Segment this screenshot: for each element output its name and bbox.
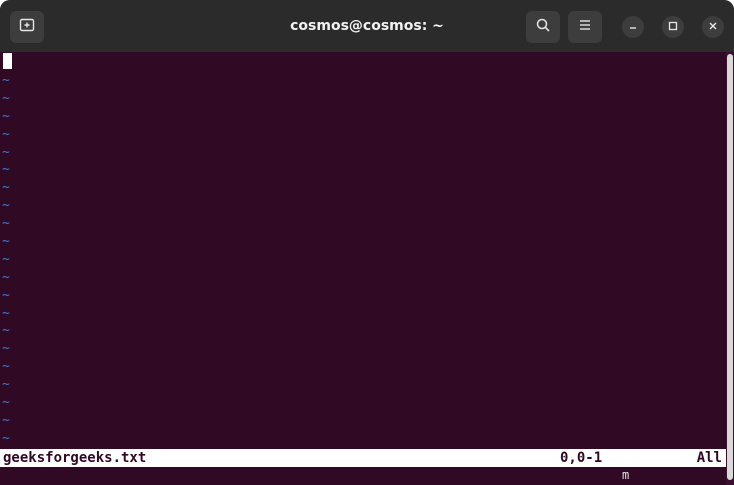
tilde-marker: ~	[2, 108, 10, 124]
tilde-marker: ~	[2, 90, 10, 106]
menu-button[interactable]	[568, 11, 602, 43]
close-button[interactable]	[702, 16, 724, 38]
tilde-marker: ~	[2, 377, 10, 393]
new-tab-icon	[19, 17, 35, 38]
tilde-marker: ~	[2, 251, 10, 267]
status-cursor-position: 0,0-1	[560, 450, 603, 466]
tilde-marker: ~	[2, 216, 10, 232]
vim-status-line: geeksforgeeks.txt 0,0-1 All	[0, 449, 726, 467]
tilde-marker: ~	[2, 430, 10, 446]
tilde-marker: ~	[2, 341, 10, 357]
maximize-button[interactable]	[662, 16, 684, 38]
terminal-area[interactable]: ~ ~ ~ ~ ~ ~ ~ ~ ~ ~ ~ ~ ~ ~ ~ ~ ~ ~ ~ ~ …	[0, 52, 726, 485]
hamburger-menu-icon	[578, 18, 592, 37]
text-cursor	[3, 53, 12, 69]
tilde-marker: ~	[2, 180, 10, 196]
tilde-marker: ~	[2, 287, 10, 303]
title-bar[interactable]: cosmos@cosmos: ~	[0, 0, 734, 52]
empty-line-markers: ~ ~ ~ ~ ~ ~ ~ ~ ~ ~ ~ ~ ~ ~ ~ ~ ~ ~ ~ ~ …	[2, 72, 10, 448]
terminal-window: cosmos@cosmos: ~ ~ ~ ~ ~ ~ ~ ~ ~ ~ ~ ~ ~…	[0, 0, 734, 485]
tilde-marker: ~	[2, 412, 10, 428]
status-filename: geeksforgeeks.txt	[3, 450, 147, 466]
tilde-marker: ~	[2, 323, 10, 339]
close-icon	[708, 18, 718, 36]
minimize-icon	[628, 18, 638, 36]
tilde-marker: ~	[2, 269, 10, 285]
new-tab-button[interactable]	[10, 11, 44, 43]
tilde-marker: ~	[2, 359, 10, 375]
tilde-marker: ~	[2, 73, 10, 88]
tilde-marker: ~	[2, 234, 10, 250]
status-scroll-indicator: All	[696, 450, 722, 466]
search-icon	[535, 17, 551, 38]
minimize-button[interactable]	[622, 16, 644, 38]
tilde-marker: ~	[2, 395, 10, 411]
tilde-marker: ~	[2, 162, 10, 178]
scrollbar[interactable]	[726, 52, 734, 485]
tilde-marker: ~	[2, 126, 10, 142]
scrollbar-thumb[interactable]	[727, 54, 733, 480]
tilde-marker: ~	[2, 198, 10, 214]
search-button[interactable]	[526, 11, 560, 43]
maximize-icon	[668, 18, 678, 36]
tilde-marker: ~	[2, 144, 10, 160]
tilde-marker: ~	[2, 305, 10, 321]
command-line: m	[622, 468, 630, 482]
